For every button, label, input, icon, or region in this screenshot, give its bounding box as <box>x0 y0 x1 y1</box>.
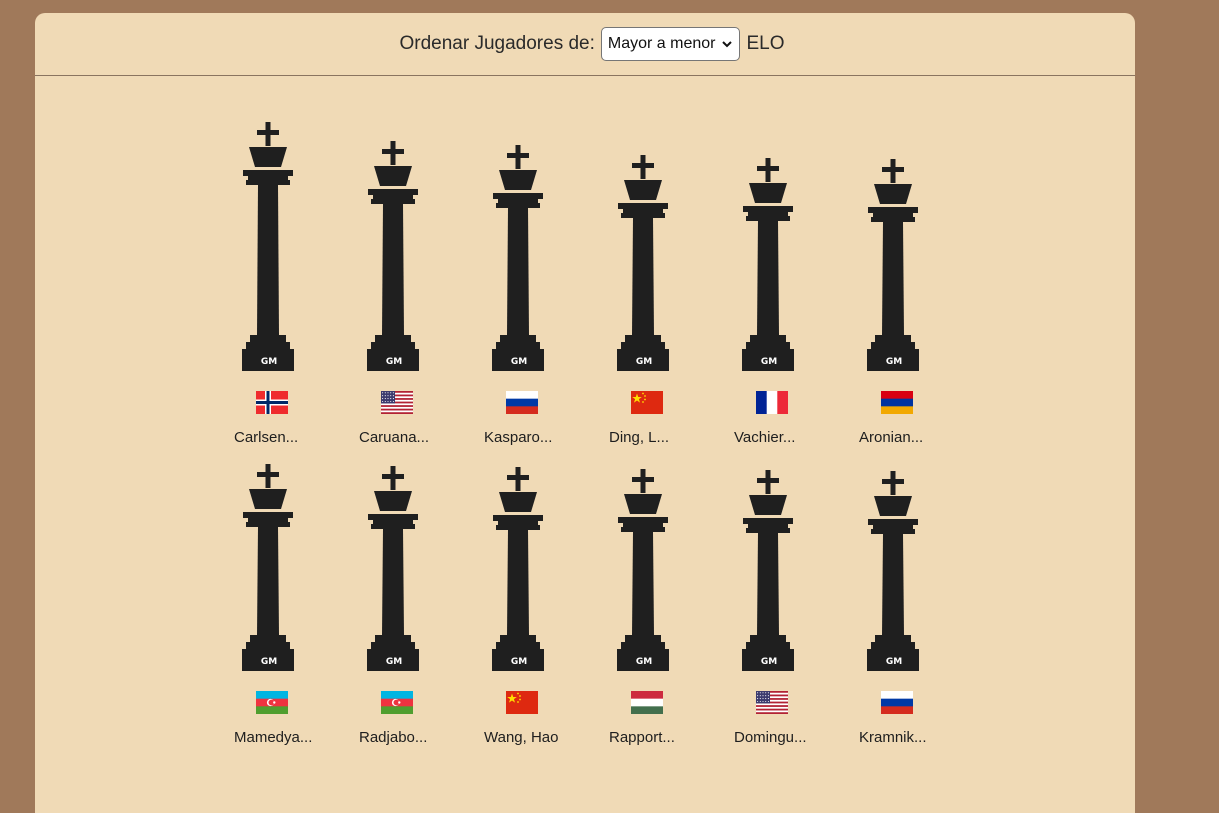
player-card[interactable]: GM Rapport... <box>605 13 715 813</box>
king-piece-icon: GM <box>242 464 294 671</box>
player-name: Wang, Hao <box>484 729 559 746</box>
usa-flag <box>756 691 788 715</box>
title-badge: GM <box>261 657 277 667</box>
player-card[interactable]: GM Radjabo... <box>355 13 465 813</box>
player-card[interactable]: GM Domingu... <box>730 13 840 813</box>
king-piece-icon: GM <box>742 470 794 671</box>
azerbaijan-flag <box>256 691 288 715</box>
player-name: Domingu... <box>734 729 807 746</box>
players-grid: GM Carlsen... GM Caruana... GM Kasparo... GM Di… <box>35 13 1135 813</box>
hungary-flag <box>631 691 663 715</box>
title-badge: GM <box>386 657 402 667</box>
king-piece: GM <box>740 470 850 687</box>
king-piece-icon: GM <box>617 469 669 671</box>
player-name: Rapport... <box>609 729 675 746</box>
player-card[interactable]: GM Mamedya... <box>230 13 340 813</box>
king-piece: GM <box>490 467 600 687</box>
king-piece: GM <box>240 464 350 687</box>
king-piece: GM <box>865 471 975 687</box>
king-piece-icon: GM <box>867 471 919 671</box>
king-piece: GM <box>365 466 475 687</box>
title-badge: GM <box>761 657 777 667</box>
player-name: Mamedya... <box>234 729 313 746</box>
player-name: Kramnik... <box>859 729 927 746</box>
players-panel: Ordenar Jugadores de: Mayor a menor ELO … <box>35 13 1135 813</box>
player-card[interactable]: GM Kramnik... <box>855 13 965 813</box>
title-badge: GM <box>886 657 902 667</box>
king-piece-icon: GM <box>492 467 544 671</box>
azerbaijan-flag <box>381 691 413 715</box>
player-name: Radjabo... <box>359 729 428 746</box>
china-flag <box>506 691 538 714</box>
title-badge: GM <box>511 657 527 667</box>
player-card[interactable]: GM Wang, Hao <box>480 13 590 813</box>
king-piece-icon: GM <box>367 466 419 671</box>
russia-flag <box>881 691 913 715</box>
king-piece: GM <box>615 469 725 687</box>
title-badge: GM <box>636 657 652 667</box>
